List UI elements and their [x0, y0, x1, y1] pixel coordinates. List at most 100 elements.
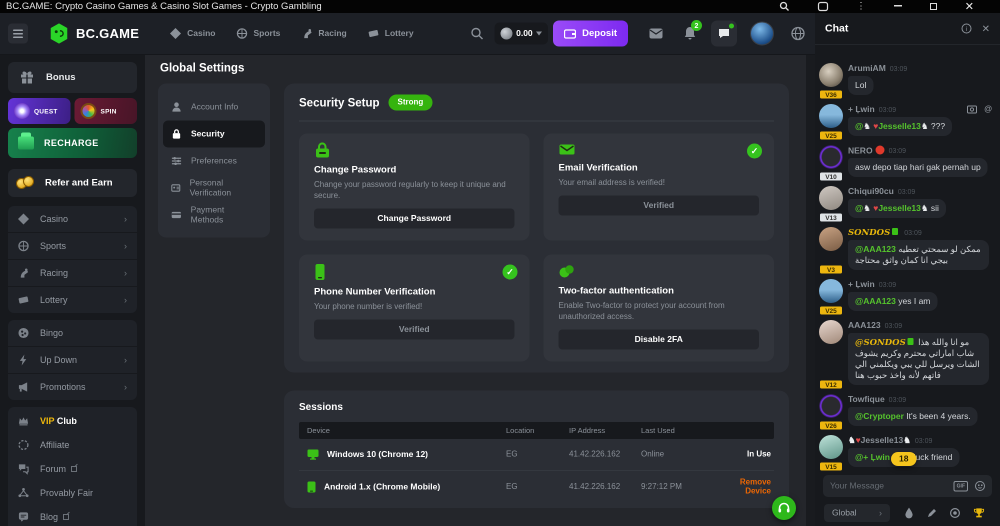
avatar[interactable] [819, 320, 843, 344]
window-minimize-button[interactable] [894, 5, 902, 7]
emoji-icon[interactable] [975, 481, 985, 491]
sidebar-item-sports[interactable]: Sports› [8, 233, 137, 259]
inbox-icon[interactable] [649, 28, 663, 39]
chat-username[interactable]: Towfique [848, 395, 885, 405]
chat-username[interactable]: + Ļwin [848, 105, 875, 115]
sessions-table-header: Device Location IP Address Last Used [299, 422, 774, 439]
nav-link-racing[interactable]: Racing [301, 28, 346, 39]
nav-link-sports[interactable]: Sports [236, 28, 280, 39]
promotions-icon [18, 382, 29, 393]
chat-title: Chat [825, 23, 962, 35]
balance-selector[interactable]: 0.00 [495, 23, 549, 45]
chat-username[interactable]: AAA123 [848, 321, 881, 331]
mention-icon[interactable]: @ [984, 105, 992, 114]
wallet-icon [564, 28, 576, 39]
chat-message: V10 NERO03:09 asw depo tiap hari gak per… [819, 145, 992, 177]
disable-2fa-button[interactable]: Disable 2FA [559, 330, 760, 350]
chat-message-input[interactable]: Your Message GIF [823, 475, 992, 497]
sidebar-item-casino[interactable]: Casino› [8, 206, 137, 232]
settings-nav-personal-verification[interactable]: Personal Verification [163, 175, 265, 202]
chat-username[interactable]: Chiqui90cu [848, 187, 894, 197]
sidebar-item-affiliate[interactable]: Affiliate [8, 433, 137, 457]
avatar[interactable] [819, 186, 843, 210]
chat-info-icon[interactable]: i [962, 24, 972, 34]
settings-nav-payment-methods[interactable]: Payment Methods [163, 202, 265, 229]
page-title: Global Settings [160, 61, 815, 75]
chat-toggle-button[interactable] [711, 21, 737, 47]
change-password-button[interactable]: Change Password [314, 209, 515, 229]
browser-extension-icon[interactable] [817, 2, 828, 12]
unread-count-badge[interactable]: 18 [891, 452, 916, 466]
sidebar-item-vip-club[interactable]: VIP Club [8, 409, 137, 433]
remove-device-button[interactable]: Remove Device [740, 478, 771, 496]
coin-flip-icon[interactable] [950, 508, 960, 518]
sidebar-item-bonus[interactable]: Bonus [8, 62, 137, 93]
sidebar-item-racing[interactable]: Racing› [8, 260, 137, 286]
lock-icon [171, 129, 182, 140]
search-icon[interactable] [471, 27, 484, 40]
menu-toggle-button[interactable] [8, 24, 28, 44]
rain-drop-icon[interactable] [905, 508, 914, 519]
chat-footer: Global› [815, 500, 1000, 526]
chat-bubble: asw depo tiap hari gak pernah up [848, 158, 988, 177]
tip-icon[interactable] [967, 106, 977, 114]
coins-icon [16, 176, 36, 190]
settings-nav-security[interactable]: Security [163, 121, 265, 148]
quest-button[interactable]: QUEST [8, 98, 71, 124]
recharge-button[interactable]: RECHARGE [8, 128, 137, 158]
chat-username[interactable]: NERO [848, 145, 885, 156]
window-maximize-button[interactable] [930, 3, 937, 10]
avatar[interactable] [819, 63, 843, 87]
scrollbar-gutter[interactable] [806, 55, 815, 526]
pen-icon[interactable] [927, 508, 937, 518]
casino-icon [170, 28, 181, 39]
avatar[interactable] [819, 435, 843, 459]
avatar[interactable] [819, 145, 843, 169]
chat-room-selector[interactable]: Global› [824, 504, 890, 522]
chat-panel: Chat i ✕ V36 ArumiAM03:09 Lol V25 + Ļwin… [815, 13, 1000, 526]
sidebar-item-bingo[interactable]: Bingo [8, 320, 137, 346]
updown-icon [18, 355, 29, 366]
lottery-icon [368, 28, 379, 39]
phone-verified-button[interactable]: Verified [314, 320, 515, 340]
sidebar-item-lottery[interactable]: Lottery› [8, 287, 137, 313]
chat-bubble: @AAA123 ممكن لو سمحتي تعطيه بيجي انا كما… [848, 240, 989, 270]
sidebar-item-blog[interactable]: Blog [8, 505, 137, 526]
vip-level-badge: V3 [819, 264, 844, 275]
avatar[interactable] [819, 104, 843, 128]
brand-logo[interactable]: BC.GAME [48, 23, 139, 45]
chat-username[interactable]: + Ļwin [848, 280, 875, 290]
vip-level-badge: V12 [819, 379, 844, 390]
sidebar-item-forum[interactable]: Forum [8, 457, 137, 481]
sidebar-item-refer[interactable]: Refer and Earn [8, 169, 137, 197]
chat-username[interactable]: SONDOS [848, 228, 900, 238]
window-close-button[interactable]: ✕ [965, 2, 974, 12]
support-button[interactable] [772, 496, 796, 520]
chat-message: V25 + Ļwin03:09 @ @♞ ♥Jesselle13♞ ??? [819, 104, 992, 136]
sidebar-item-provably-fair[interactable]: Provably Fair [8, 481, 137, 505]
avatar[interactable] [819, 394, 843, 418]
avatar[interactable] [819, 279, 843, 303]
language-globe-icon[interactable] [791, 27, 805, 41]
email-verified-button[interactable]: Verified [559, 196, 760, 216]
user-avatar[interactable] [750, 22, 774, 46]
nav-link-lottery[interactable]: Lottery [368, 28, 414, 39]
settings-nav-account-info[interactable]: Account Info [163, 94, 265, 121]
avatar[interactable] [819, 227, 843, 251]
nav-link-casino[interactable]: Casino [170, 28, 215, 39]
chat-username[interactable]: ♞♥Jesselle13♞ [848, 436, 911, 446]
sidebar-item-updown[interactable]: Up Down› [8, 347, 137, 373]
chat-username[interactable]: ArumiAM [848, 64, 886, 74]
settings-nav-preferences[interactable]: Preferences [163, 148, 265, 175]
browser-menu-icon[interactable]: ⋮ [856, 2, 866, 11]
gif-icon[interactable]: GIF [954, 481, 968, 492]
window-title: BC.GAME: Crypto Casino Games & Casino Sl… [6, 1, 779, 12]
deposit-button[interactable]: Deposit [553, 21, 628, 47]
settings-nav: Account Info Security Preferences Person… [158, 84, 270, 238]
chat-message: V36 ArumiAM03:09 Lol [819, 63, 992, 95]
chat-close-icon[interactable]: ✕ [982, 22, 990, 35]
trophy-icon[interactable] [973, 508, 984, 519]
browser-search-icon[interactable] [779, 2, 789, 12]
sidebar-item-promotions[interactable]: Promotions› [8, 374, 137, 400]
spin-button[interactable]: SPIN [75, 98, 138, 124]
